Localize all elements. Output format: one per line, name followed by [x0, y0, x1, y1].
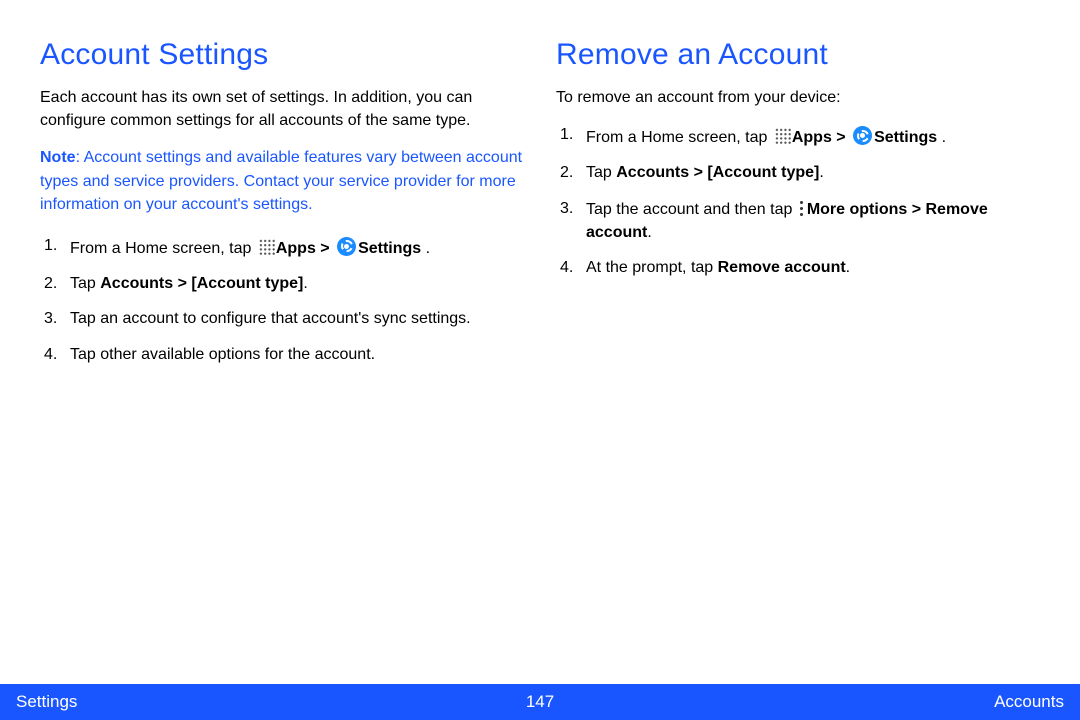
settings-label: Settings [874, 129, 937, 146]
right-column: Remove an Account To remove an account f… [556, 38, 1040, 684]
list-item: From a Home screen, tap Apps > Settings … [556, 123, 1040, 149]
step-end: . [937, 129, 946, 146]
left-column: Account Settings Each account has its ow… [40, 38, 524, 684]
step-text: Tap the account and then tap [586, 201, 797, 218]
step-text: From a Home screen, tap [586, 129, 772, 146]
page-body: Account Settings Each account has its ow… [0, 0, 1080, 684]
footer-page-number: 147 [526, 692, 554, 712]
note-body: : Account settings and available feature… [40, 149, 522, 212]
steps-list-right: From a Home screen, tap Apps > Settings … [556, 123, 1040, 279]
steps-list-left: From a Home screen, tap Apps > Settings … [40, 234, 524, 366]
accounts-path: Accounts > [Account type] [100, 275, 303, 292]
step-end: . [421, 240, 430, 257]
list-item: Tap an account to configure that account… [40, 307, 524, 330]
accounts-path: Accounts > [Account type] [616, 164, 819, 181]
list-item: At the prompt, tap Remove account. [556, 256, 1040, 279]
apps-grid-icon [774, 127, 791, 144]
remove-account-label: Remove account [718, 259, 846, 276]
note-paragraph: Note: Account settings and available fea… [40, 146, 524, 216]
step-end: . [846, 259, 850, 276]
page-footer: Settings 147 Accounts [0, 684, 1080, 720]
list-item: Tap Accounts > [Account type]. [40, 272, 524, 295]
settings-gear-icon [337, 237, 356, 256]
apps-label: Apps [276, 240, 316, 257]
gt-separator: > [832, 129, 850, 146]
apps-label: Apps [792, 129, 832, 146]
section-title-account-settings: Account Settings [40, 38, 524, 72]
step-text: At the prompt, tap [586, 259, 718, 276]
settings-label: Settings [358, 240, 421, 257]
footer-right: Accounts [994, 692, 1064, 712]
more-options-icon [799, 200, 804, 217]
apps-grid-icon [258, 238, 275, 255]
list-item: Tap the account and then tap More option… [556, 197, 1040, 244]
section-title-remove-account: Remove an Account [556, 38, 1040, 72]
step-text: From a Home screen, tap [70, 240, 256, 257]
step-end: . [303, 275, 307, 292]
intro-paragraph: To remove an account from your device: [556, 86, 1040, 109]
step-end: . [819, 164, 823, 181]
step-text: Tap [586, 164, 616, 181]
list-item: From a Home screen, tap Apps > Settings … [40, 234, 524, 260]
note-label: Note [40, 149, 76, 166]
list-item: Tap other available options for the acco… [40, 343, 524, 366]
settings-gear-icon [853, 126, 872, 145]
intro-paragraph: Each account has its own set of settings… [40, 86, 524, 132]
list-item: Tap Accounts > [Account type]. [556, 161, 1040, 184]
gt-separator: > [316, 240, 334, 257]
step-text: Tap [70, 275, 100, 292]
footer-left: Settings [16, 692, 77, 712]
step-end: . [647, 224, 651, 241]
